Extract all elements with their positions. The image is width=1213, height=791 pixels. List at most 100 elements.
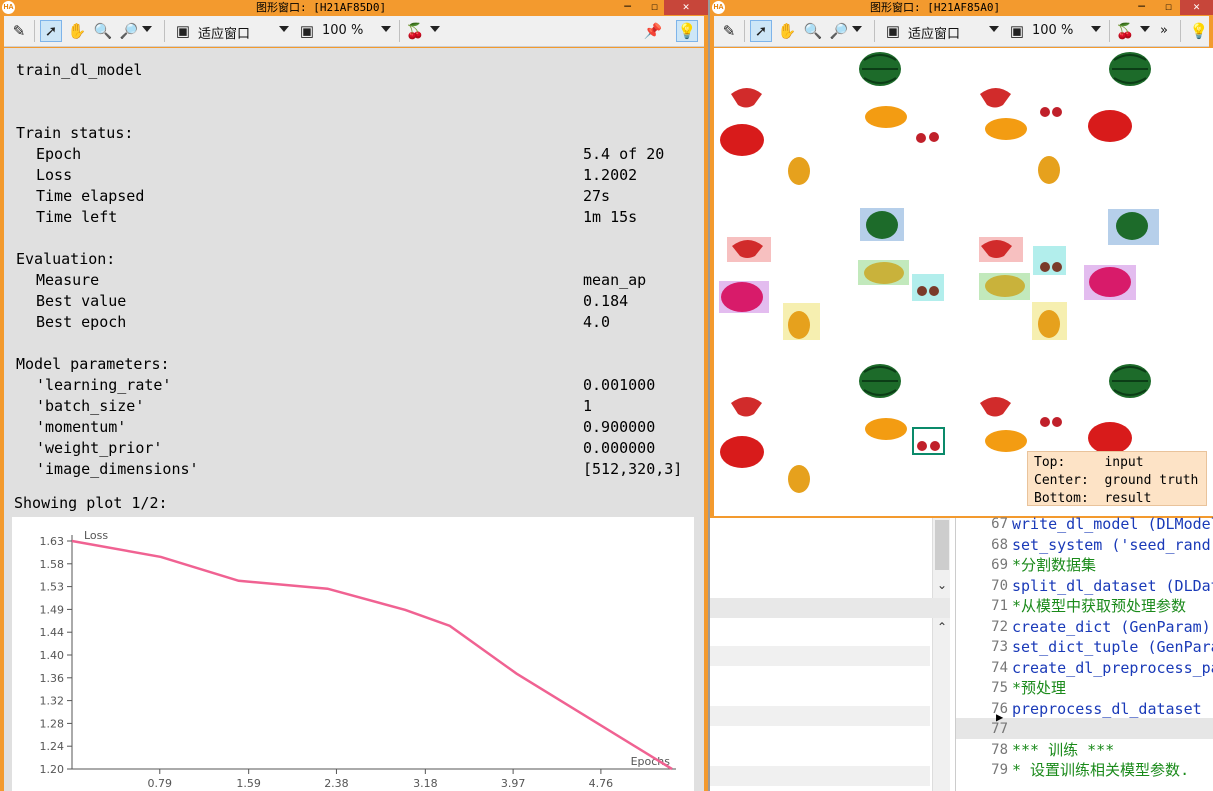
chevron-down-icon[interactable] [852,26,862,32]
code-line[interactable]: 74 create_dl_preprocess_pa [956,658,1213,679]
fit-window-icon[interactable]: ▣ [172,20,194,42]
lightbulb-icon[interactable]: 💡 [1188,20,1210,42]
line-number: 71 [991,598,1008,614]
pointer-icon[interactable]: ➚ [40,20,62,42]
magnifier-icon[interactable]: 🔍 [802,20,824,42]
code-text: * 设置训练相关模型参数. [1012,761,1190,779]
list-item[interactable] [710,646,930,666]
zoom-mode-select[interactable]: 适应窗口 [198,23,250,42]
strawberry-icon [980,88,1011,108]
code-line[interactable]: 73 set_dict_tuple (GenPara [956,637,1213,658]
line-number: 67 [991,516,1008,532]
chevron-down-icon[interactable] [381,26,391,32]
more-tools-button[interactable]: » [1160,23,1168,38]
list-item[interactable] [710,706,930,726]
scrollbar[interactable]: ⌃ [932,618,950,791]
orange-icon [985,118,1027,140]
code-line[interactable]: 79 * 设置训练相关模型参数. [956,760,1213,781]
list-item[interactable] [710,766,930,786]
halcon-logo-icon: HA [712,1,725,14]
code-line[interactable]: 67 write_dl_model (DLModel [956,514,1213,535]
zoom-mode-select[interactable]: 适应窗口 [908,23,960,42]
zoom-in-icon[interactable]: 🔎 [828,20,850,42]
line-number: 70 [991,577,1008,594]
code-line[interactable]: 78 *** 训练 *** [956,740,1213,761]
fit-window-icon[interactable]: ▣ [882,20,904,42]
pane-splitter[interactable] [710,598,950,618]
y-tick-label: 1.63 [40,535,65,548]
hand-icon[interactable]: ✋ [776,20,798,42]
zoom-in-icon[interactable]: 🔎 [118,20,140,42]
cherry-icon [916,132,939,143]
minimize-button[interactable]: ─ [1128,0,1155,15]
zoom-percent-select[interactable]: 100 % [322,23,363,38]
code-line[interactable]: 75 *预处理 [956,678,1213,699]
x-tick-label: 3.18 [413,777,438,790]
scrollbar[interactable]: ⌄ [932,518,950,598]
code-line[interactable]: 68 set_system ('seed_rand' [956,535,1213,556]
zoom-percent-select[interactable]: 100 % [1032,23,1073,38]
list-item[interactable] [710,676,930,696]
title-bar: HA 图形窗口: [H21AF85D0] ─ ☐ ✕ [0,0,708,15]
pointer-icon[interactable]: ➚ [750,20,772,42]
variable-list[interactable]: ⌄ ⌃ [710,518,950,791]
lightbulb-icon[interactable]: 💡 [676,20,698,42]
list-item[interactable] [710,736,930,756]
minimize-button[interactable]: ─ [614,0,641,15]
orange-icon [985,275,1025,297]
code-line[interactable]: 77 [956,719,1213,740]
maximize-button[interactable]: ☐ [1155,0,1182,15]
code-text: set_dict_tuple (GenPara [1012,638,1213,656]
row-value: 0.184 [583,292,629,310]
title-bar: HA 图形窗口: [H21AF85A0] ─ ☐ ✕ [710,0,1213,15]
zoom-percent-icon[interactable]: ▣ [296,20,318,42]
y-tick-label: 1.40 [40,649,65,662]
code-line[interactable]: 71 *从模型中获取预处理参数 [956,596,1213,617]
section-heading: Train status: [16,124,134,142]
program-editor[interactable]: ▶ 67 write_dl_model (DLModel 68 set_system … [955,515,1213,791]
chevron-down-icon[interactable] [989,26,999,32]
y-tick-label: 1.20 [40,763,65,776]
x-tick-label: 3.97 [501,777,526,790]
legend-key: Bottom: [1034,491,1089,506]
code-line[interactable]: 69 *分割数据集 [956,555,1213,576]
orange-icon [864,262,904,284]
legend-row: Center: ground truth [1034,472,1206,490]
color-picker-icon[interactable]: 🍒 [1114,20,1136,42]
close-button[interactable]: ✕ [664,0,708,15]
code-line[interactable]: 70 split_dl_dataset (DLDat [956,576,1213,597]
pineapple-icon [788,465,810,493]
halcon-logo-icon: HA [2,1,15,14]
image-display[interactable]: Top: input Center: ground truth Bottom: … [714,48,1213,516]
row-label: 'learning_rate' [36,376,172,394]
zoom-percent-icon[interactable]: ▣ [1006,20,1028,42]
window-title: 图形窗口: [H21AF85D0] [256,1,387,14]
chevron-down-icon[interactable] [1140,26,1150,32]
close-button[interactable]: ✕ [1180,0,1213,15]
chevron-down-icon[interactable] [430,26,440,32]
watermelon-icon [1116,212,1148,240]
line-number: 77 [991,721,1008,737]
code-line[interactable]: 72 create_dict (GenParam) [956,617,1213,638]
plot-caption: Showing plot 1/2: [14,494,168,512]
apple-icon [721,282,763,312]
magnifier-icon[interactable]: 🔍 [92,20,114,42]
chevron-down-icon[interactable] [1091,26,1101,32]
row-label: 'momentum' [36,418,127,436]
edit-icon[interactable]: ✎ [718,20,740,42]
pineapple-icon [1038,156,1060,184]
line-number: 79 [991,762,1008,778]
chevron-down-icon[interactable] [279,26,289,32]
row-value: 0.900000 [583,418,656,436]
color-picker-icon[interactable]: 🍒 [404,20,426,42]
loss-chart: 1.20 1.24 1.28 1.32 1.36 1.40 1.44 1.49 1.53 1.58… [12,517,694,791]
hand-icon[interactable]: ✋ [66,20,88,42]
row-label: Epoch [36,145,82,163]
pin-icon[interactable]: 📌 [642,20,664,42]
list-item[interactable] [710,620,930,640]
code-line[interactable]: 76 preprocess_dl_dataset ( [956,699,1213,720]
code-text: preprocess_dl_dataset ( [1012,699,1213,718]
chevron-down-icon[interactable] [142,26,152,32]
edit-icon[interactable]: ✎ [8,20,30,42]
y-axis-label: Loss [84,529,108,542]
